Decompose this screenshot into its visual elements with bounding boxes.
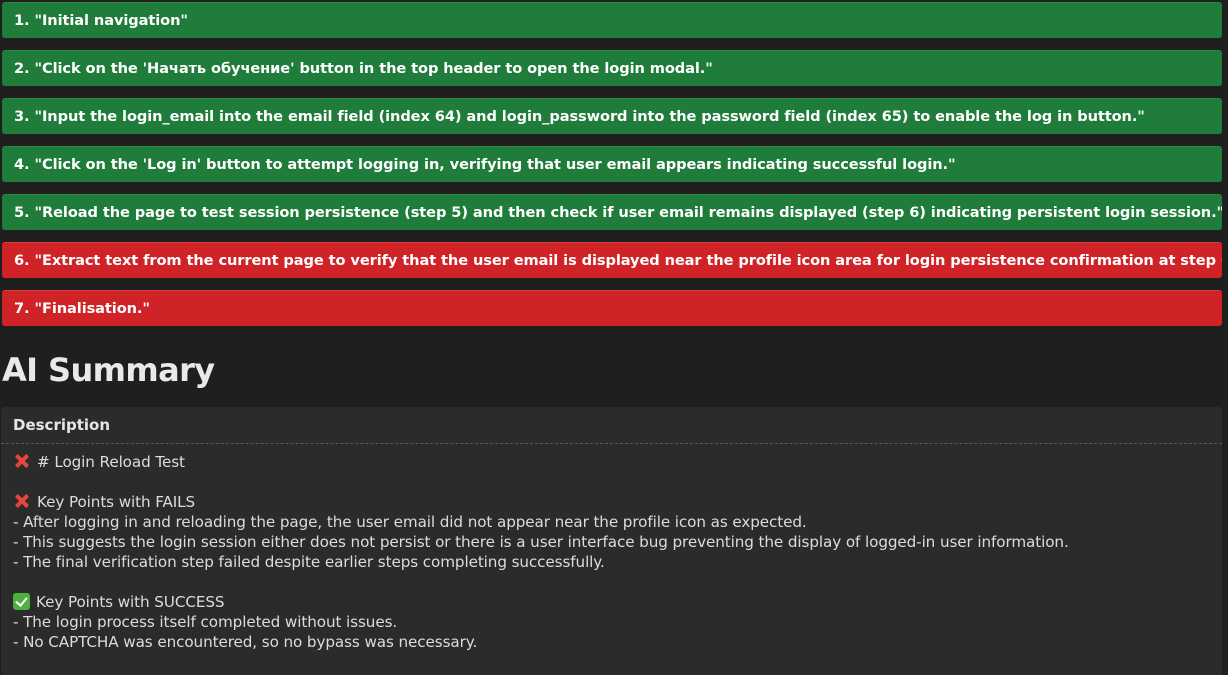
fails-heading: Key Points with FAILS — [37, 493, 196, 511]
summary-heading-line: # Login Reload Test — [13, 452, 1222, 472]
success-point: - No CAPTCHA was encountered, so no bypa… — [13, 633, 478, 651]
description-header: Description — [1, 407, 1222, 444]
fail-point: - This suggests the login session either… — [13, 533, 1069, 551]
success-heading: Key Points with SUCCESS — [36, 593, 225, 611]
check-mark-icon — [13, 593, 30, 610]
cross-mark-icon — [13, 452, 31, 470]
fail-point: - After logging in and reloading the pag… — [13, 513, 807, 531]
step-5[interactable]: 5. "Reload the page to test session pers… — [2, 194, 1222, 230]
fail-point: - The final verification step failed des… — [13, 553, 605, 571]
description-card: Description # Login Reload Test Key Poin… — [1, 407, 1222, 675]
step-4[interactable]: 4. "Click on the 'Log in' button to atte… — [2, 146, 1222, 182]
fails-heading-line: Key Points with FAILS — [13, 492, 1222, 512]
step-3[interactable]: 3. "Input the login_email into the email… — [2, 98, 1222, 134]
success-heading-line: Key Points with SUCCESS — [13, 592, 1222, 612]
steps-list: 1. "Initial navigation" 2. "Click on the… — [0, 2, 1228, 326]
report-page: 1. "Initial navigation" 2. "Click on the… — [0, 0, 1228, 675]
step-2[interactable]: 2. "Click on the 'Начать обучение' butto… — [2, 50, 1222, 86]
description-body: # Login Reload Test Key Points with FAIL… — [1, 444, 1222, 652]
success-point: - The login process itself completed wit… — [13, 613, 398, 631]
cross-mark-icon — [13, 492, 31, 510]
step-6[interactable]: 6. "Extract text from the current page t… — [2, 242, 1222, 278]
step-7[interactable]: 7. "Finalisation." — [2, 290, 1222, 326]
summary-heading: # Login Reload Test — [37, 453, 185, 471]
step-1[interactable]: 1. "Initial navigation" — [2, 2, 1222, 38]
ai-summary-title: AI Summary — [2, 351, 215, 389]
